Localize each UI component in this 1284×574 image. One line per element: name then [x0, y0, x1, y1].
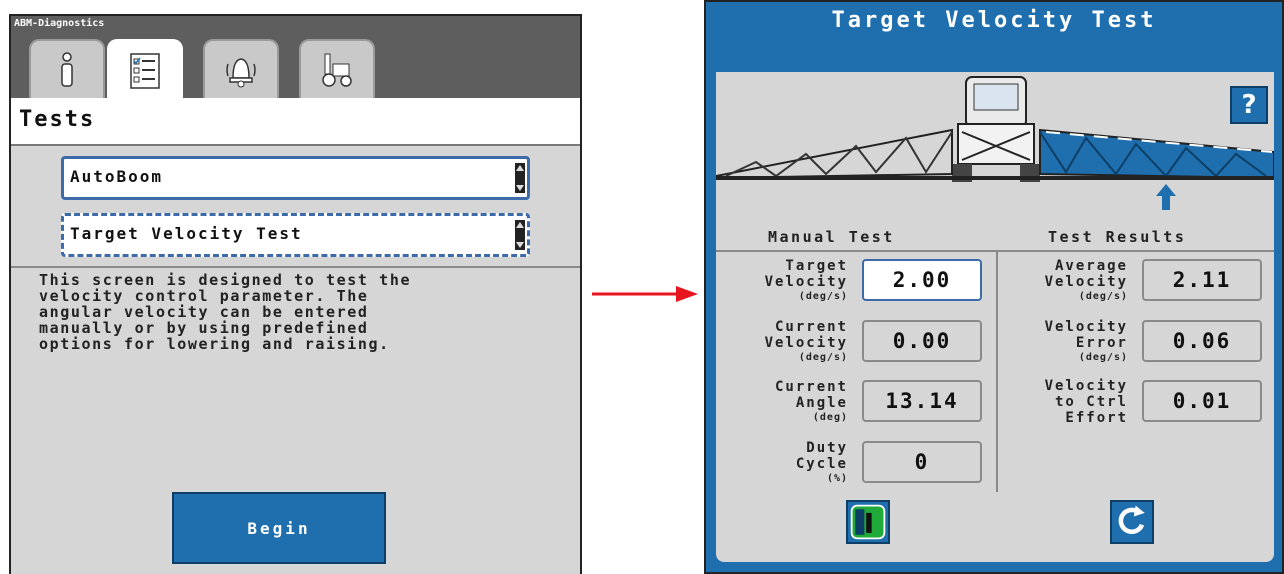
- divider: [716, 250, 1274, 252]
- velocity-ctrl-effort-label: Velocity to Ctrl Effort: [1004, 378, 1128, 426]
- alarm-bell-icon: [226, 57, 256, 87]
- duty-cycle-label: Duty Cycle (%): [730, 440, 848, 486]
- unit-label: (deg/s): [1078, 291, 1128, 302]
- average-velocity-label: Average Velocity (deg/s): [1004, 258, 1128, 304]
- checklist-icon: [130, 53, 160, 89]
- unit-label: (%): [826, 473, 848, 484]
- tab-tests[interactable]: [107, 39, 183, 101]
- field-label-text: Duty Cycle: [795, 440, 848, 472]
- target-velocity-label: Target Velocity (deg/s): [730, 258, 848, 304]
- velocity-error-value: 0.06: [1142, 320, 1262, 362]
- tab-info[interactable]: [29, 39, 105, 98]
- test-results-header: Test Results: [1048, 228, 1187, 246]
- sprayer-boom-image: [716, 72, 1274, 222]
- app-title: ABM-Diagnostics: [14, 18, 105, 29]
- start-stop-icon: [850, 504, 886, 540]
- field-label-text: Velocity Error: [1044, 319, 1128, 351]
- duty-cycle-value: 0: [862, 441, 982, 483]
- reset-button[interactable]: [1110, 500, 1154, 544]
- diagnostics-panel: ABM-Diagnostics Tests AutoBoom Target Ve…: [9, 14, 582, 574]
- refresh-icon: [1118, 505, 1145, 535]
- begin-button[interactable]: Begin: [172, 492, 386, 564]
- unit-label: (deg): [812, 412, 848, 423]
- divider: [11, 266, 580, 268]
- divider: [996, 252, 998, 492]
- unit-label: (deg/s): [798, 352, 848, 363]
- field-label-text: Average Velocity: [1044, 258, 1128, 290]
- system-select-value: AutoBoom: [70, 167, 164, 186]
- velocity-ctrl-effort-value: 0.01: [1142, 380, 1262, 422]
- test-select[interactable]: Target Velocity Test: [61, 213, 530, 257]
- tractor-icon: [322, 53, 352, 87]
- current-angle-label: Current Angle (deg): [730, 379, 848, 425]
- spinner-arrows-icon[interactable]: [515, 220, 525, 250]
- help-button[interactable]: ?: [1230, 86, 1268, 124]
- page-heading: Tests: [11, 98, 580, 146]
- current-angle-value: 13.14: [862, 380, 982, 422]
- screen-title: Target Velocity Test: [831, 8, 1157, 33]
- spinner-arrows-icon[interactable]: [515, 163, 525, 193]
- target-velocity-panel: Target Velocity Test ? Manual Test Test: [704, 0, 1284, 574]
- info-icon: [61, 51, 73, 87]
- tab-alarms[interactable]: [203, 39, 279, 98]
- title-bar: ABM-Diagnostics: [11, 16, 580, 101]
- velocity-error-label: Velocity Error (deg/s): [1004, 319, 1128, 365]
- manual-test-header: Manual Test: [768, 228, 895, 246]
- average-velocity-value: 2.11: [1142, 259, 1262, 301]
- start-stop-button[interactable]: [846, 500, 890, 544]
- field-label-text: Current Velocity: [764, 319, 848, 351]
- current-velocity-label: Current Velocity (deg/s): [730, 319, 848, 365]
- target-velocity-input[interactable]: 2.00: [862, 259, 982, 301]
- tab-machine[interactable]: [299, 39, 375, 98]
- field-label-text: Velocity to Ctrl Effort: [1044, 378, 1128, 426]
- unit-label: (deg/s): [798, 291, 848, 302]
- field-label-text: Current Angle: [774, 379, 848, 411]
- system-select[interactable]: AutoBoom: [61, 156, 530, 200]
- test-description: This screen is designed to test the velo…: [39, 271, 412, 353]
- arrow-right-icon: [592, 286, 698, 302]
- field-label-text: Target Velocity: [764, 258, 848, 290]
- unit-label: (deg/s): [1078, 352, 1128, 363]
- page-title: Tests: [19, 107, 96, 132]
- current-velocity-value: 0.00: [862, 320, 982, 362]
- test-content: ? Manual Test Test Results Target Veloci…: [716, 72, 1274, 562]
- test-select-value: Target Velocity Test: [70, 224, 303, 243]
